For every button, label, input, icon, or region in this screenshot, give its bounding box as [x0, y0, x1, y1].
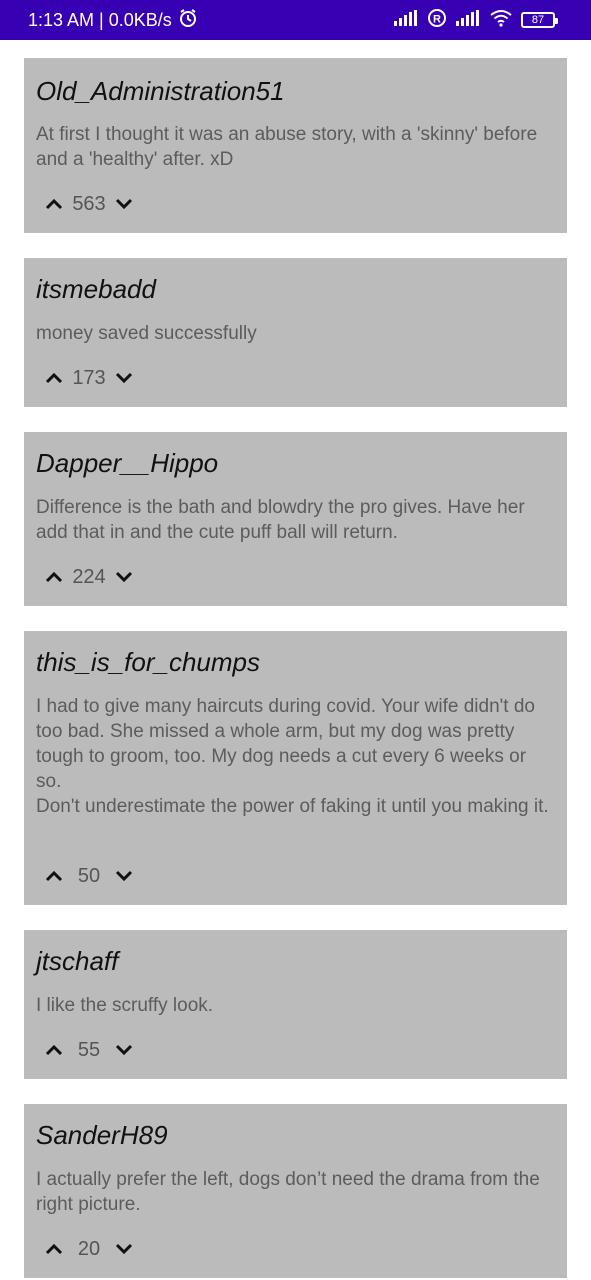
- comment-card: SanderH89 I actually prefer the left, do…: [24, 1104, 567, 1278]
- status-right: R 87: [393, 0, 558, 40]
- upvote-icon[interactable]: [44, 194, 64, 214]
- comment-author[interactable]: this_is_for_chumps: [36, 647, 260, 678]
- comment-author[interactable]: Dapper__Hippo: [36, 448, 218, 479]
- comment-card: jtschaff I like the scruffy look. 55: [24, 930, 567, 1079]
- comment-author[interactable]: SanderH89: [36, 1120, 168, 1151]
- vote-bar: 55: [44, 1035, 134, 1065]
- comment-score: 20: [77, 1237, 101, 1260]
- comment-author[interactable]: Old_Administration51: [36, 76, 285, 107]
- downvote-icon[interactable]: [114, 194, 134, 214]
- comment-score: 173: [72, 366, 106, 389]
- comment-card: itsmebadd money saved successfully 173: [24, 258, 567, 407]
- registered-icon: R: [427, 8, 447, 33]
- signal-icon: [455, 9, 481, 31]
- comment-body: I actually prefer the left, dogs don’t n…: [36, 1169, 540, 1215]
- vote-bar: 50: [44, 861, 134, 891]
- comment-body: At first I thought it was an abuse story…: [36, 124, 538, 170]
- status-left: 1:13 AM | 0.0KB/s: [28, 0, 198, 40]
- comment-score: 224: [72, 565, 106, 588]
- battery-icon: 87: [521, 12, 558, 28]
- downvote-icon[interactable]: [114, 567, 134, 587]
- alarm-icon: [178, 8, 198, 33]
- vote-bar: 173: [44, 363, 134, 393]
- battery-level: 87: [531, 14, 545, 26]
- comment-body: money saved successfully: [36, 323, 257, 344]
- comment-body: Difference is the bath and blowdry the p…: [36, 497, 525, 543]
- comment-author[interactable]: itsmebadd: [36, 274, 156, 305]
- vote-bar: 563: [44, 189, 134, 219]
- downvote-icon[interactable]: [114, 368, 134, 388]
- status-time-speed: 1:13 AM | 0.0KB/s: [28, 9, 172, 30]
- comment-score: 50: [77, 864, 101, 887]
- comment-score: 563: [72, 192, 106, 215]
- comment-card: this_is_for_chumps I had to give many ha…: [24, 631, 567, 905]
- comment-card: Old_Administration51 At first I thought …: [24, 58, 567, 233]
- comment-score: 55: [77, 1038, 101, 1061]
- vote-bar: 224: [44, 562, 134, 592]
- downvote-icon[interactable]: [114, 1040, 134, 1060]
- upvote-icon[interactable]: [44, 368, 64, 388]
- upvote-icon[interactable]: [44, 567, 64, 587]
- comment-author[interactable]: jtschaff: [36, 946, 118, 977]
- vote-bar: 20: [44, 1234, 134, 1264]
- status-bar: 1:13 AM | 0.0KB/s R 87: [0, 0, 591, 40]
- comment-body: I like the scruffy look.: [36, 995, 214, 1016]
- signal-icon: [393, 9, 419, 31]
- comment-card: Dapper__Hippo Difference is the bath and…: [24, 432, 567, 606]
- upvote-icon[interactable]: [44, 866, 64, 886]
- svg-text:R: R: [433, 13, 441, 25]
- downvote-icon[interactable]: [114, 866, 134, 886]
- upvote-icon[interactable]: [44, 1040, 64, 1060]
- downvote-icon[interactable]: [114, 1239, 134, 1259]
- comment-body: I had to give many haircuts during covid…: [36, 696, 549, 817]
- upvote-icon[interactable]: [44, 1239, 64, 1259]
- wifi-icon: [489, 9, 513, 32]
